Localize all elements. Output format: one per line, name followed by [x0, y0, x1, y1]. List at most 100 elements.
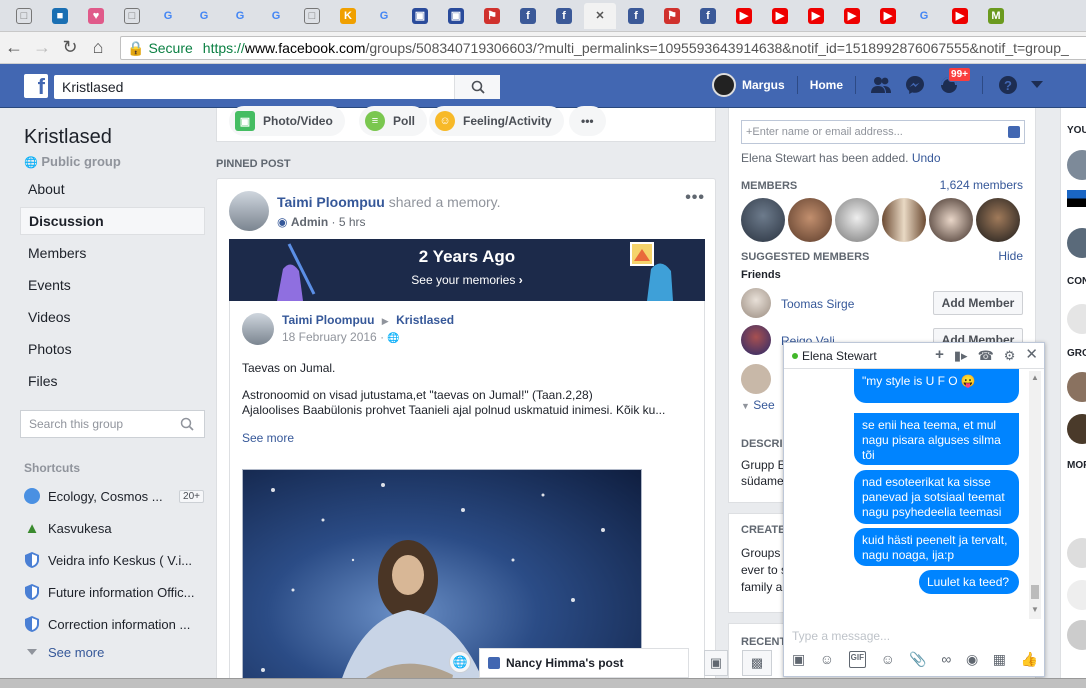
suggested-member-name[interactable]: Toomas Sirge [781, 297, 854, 311]
forward-button[interactable]: → [28, 34, 56, 62]
contact-avatar[interactable] [1067, 538, 1086, 568]
shortcut-item[interactable]: Correction information ... [24, 613, 204, 635]
contact-avatar[interactable] [1067, 150, 1086, 180]
user-name-link[interactable]: Margus [742, 78, 785, 92]
group-search-input[interactable]: Search this group [20, 410, 205, 438]
account-menu-chevron-down-icon[interactable] [1029, 72, 1045, 98]
group-title[interactable]: Kristlased [24, 126, 112, 149]
table-icon[interactable]: ▦ [993, 651, 1006, 668]
user-avatar[interactable] [712, 73, 736, 97]
group-nav-discussion[interactable]: Discussion [20, 207, 205, 235]
browser-tab[interactable]: f [548, 3, 580, 29]
browser-tab[interactable]: □ [8, 3, 40, 29]
chat-tab-icon[interactable]: ▩ [742, 650, 772, 676]
browser-tab[interactable]: M [980, 3, 1012, 29]
chat-scroll-down-arrow[interactable]: ▼ [1031, 605, 1039, 614]
shortcut-item[interactable]: Veidra info Keskus ( V.i... [24, 549, 204, 571]
chat-scrollbar[interactable]: ▲ ▼ [1029, 371, 1041, 619]
browser-tab[interactable]: K [332, 3, 364, 29]
messenger-icon[interactable] [902, 72, 928, 98]
contact-avatar[interactable] [1067, 372, 1086, 402]
see-more-suggestions[interactable]: ▼ See [741, 398, 775, 412]
browser-tab[interactable]: □ [296, 3, 328, 29]
browser-tab[interactable]: G [224, 3, 256, 29]
chat-message-input[interactable]: Type a message... [792, 629, 890, 643]
browser-tab[interactable]: G [908, 3, 940, 29]
hide-suggestions-link[interactable]: Hide [998, 249, 1023, 263]
contact-avatar[interactable] [1067, 190, 1086, 216]
facebook-page-tab-icon[interactable]: ▣ [704, 650, 728, 676]
browser-tab[interactable]: G [260, 3, 292, 29]
home-button[interactable]: ⌂ [84, 34, 112, 62]
contact-avatar[interactable] [1067, 414, 1086, 444]
group-nav-members[interactable]: Members [20, 239, 205, 267]
member-avatar[interactable] [976, 198, 1020, 242]
post-time[interactable]: 5 hrs [339, 215, 366, 229]
emoji-icon[interactable]: ☺ [881, 651, 895, 668]
feeling-activity-button[interactable]: ☺ Feeling/Activity [429, 106, 564, 136]
shared-post-date[interactable]: 18 February 2016 · 🌐 [282, 330, 400, 344]
post-options-button[interactable]: ••• [685, 189, 705, 207]
chat-scroll-thumb[interactable] [1031, 585, 1039, 599]
suggested-member-avatar[interactable] [741, 364, 771, 394]
add-member-input[interactable]: +Enter name or email address... [741, 120, 1025, 144]
gear-icon[interactable]: ⚙ [1004, 348, 1016, 364]
search-button[interactable] [454, 75, 500, 99]
poll-button[interactable]: ≡ Poll [359, 106, 428, 136]
shared-author-avatar[interactable] [242, 313, 274, 345]
member-avatar[interactable] [741, 198, 785, 242]
browser-tab[interactable]: G [188, 3, 220, 29]
shared-group-link[interactable]: Kristlased [396, 313, 454, 327]
shortcut-item[interactable]: ▲ Kasvukesa [24, 517, 204, 539]
back-button[interactable]: ← [0, 34, 28, 62]
group-nav-files[interactable]: Files [20, 367, 205, 395]
chat-header[interactable]: Elena Stewart + ▮▸ ☎ ⚙ ✕ [784, 343, 1044, 369]
author-avatar[interactable] [229, 191, 269, 231]
contact-avatar[interactable] [1067, 304, 1086, 334]
browser-tab[interactable]: □ [116, 3, 148, 29]
browser-tab[interactable]: ⚑ [656, 3, 688, 29]
globe-tab-icon[interactable]: 🌐 [449, 651, 471, 673]
chat-contact-name[interactable]: Elena Stewart [802, 349, 877, 363]
browser-tab[interactable]: ▶ [944, 3, 976, 29]
browser-tab[interactable]: ■ [44, 3, 76, 29]
gif-icon[interactable]: GIF [848, 651, 866, 668]
member-avatar[interactable] [788, 198, 832, 242]
see-more-link[interactable]: See more [242, 431, 294, 445]
suggested-member-avatar[interactable] [741, 288, 771, 318]
more-options-button[interactable]: ••• [569, 106, 606, 136]
group-nav-videos[interactable]: Videos [20, 303, 205, 331]
photo-video-button[interactable]: ▣ Photo/Video [229, 106, 345, 136]
camera-icon[interactable]: ◉ [966, 651, 978, 668]
browser-tab[interactable]: ▶ [800, 3, 832, 29]
browser-tab[interactable]: ▣ [404, 3, 436, 29]
group-nav-about[interactable]: About [20, 175, 205, 203]
group-nav-events[interactable]: Events [20, 271, 205, 299]
video-call-icon[interactable]: ▮▸ [954, 348, 968, 364]
member-avatar[interactable] [882, 198, 926, 242]
close-icon[interactable]: ✕ [1025, 347, 1038, 364]
browser-tab[interactable]: ♥ [80, 3, 112, 29]
reload-button[interactable]: ↻ [56, 34, 84, 62]
browser-tab[interactable]: ✕ [584, 2, 616, 29]
browser-tab[interactable]: ▶ [836, 3, 868, 29]
home-link[interactable]: Home [810, 78, 843, 92]
see-more-shortcuts[interactable]: See more [24, 641, 204, 663]
author-name-link[interactable]: Taimi Ploompuu [277, 194, 385, 210]
shortcut-item[interactable]: Ecology, Cosmos ... 20+ [24, 485, 204, 507]
add-people-icon[interactable]: + [935, 347, 944, 364]
browser-tab[interactable]: ▶ [872, 3, 904, 29]
browser-tab[interactable]: f [512, 3, 544, 29]
phone-icon[interactable]: ☎ [978, 348, 994, 364]
link-icon[interactable]: ∞ [941, 651, 951, 668]
photo-icon[interactable]: ▣ [792, 651, 805, 668]
browser-tab[interactable]: G [152, 3, 184, 29]
group-nav-photos[interactable]: Photos [20, 335, 205, 363]
contact-avatar[interactable] [1067, 620, 1086, 650]
address-bar[interactable]: 🔒 Secure https://www.facebook.com/groups… [120, 36, 1086, 60]
help-icon[interactable]: ? [995, 72, 1021, 98]
facebook-logo-icon[interactable]: f [24, 74, 48, 98]
browser-tab[interactable]: G [368, 3, 400, 29]
undo-link[interactable]: Undo [912, 151, 941, 165]
chat-scroll-up-arrow[interactable]: ▲ [1031, 373, 1039, 382]
